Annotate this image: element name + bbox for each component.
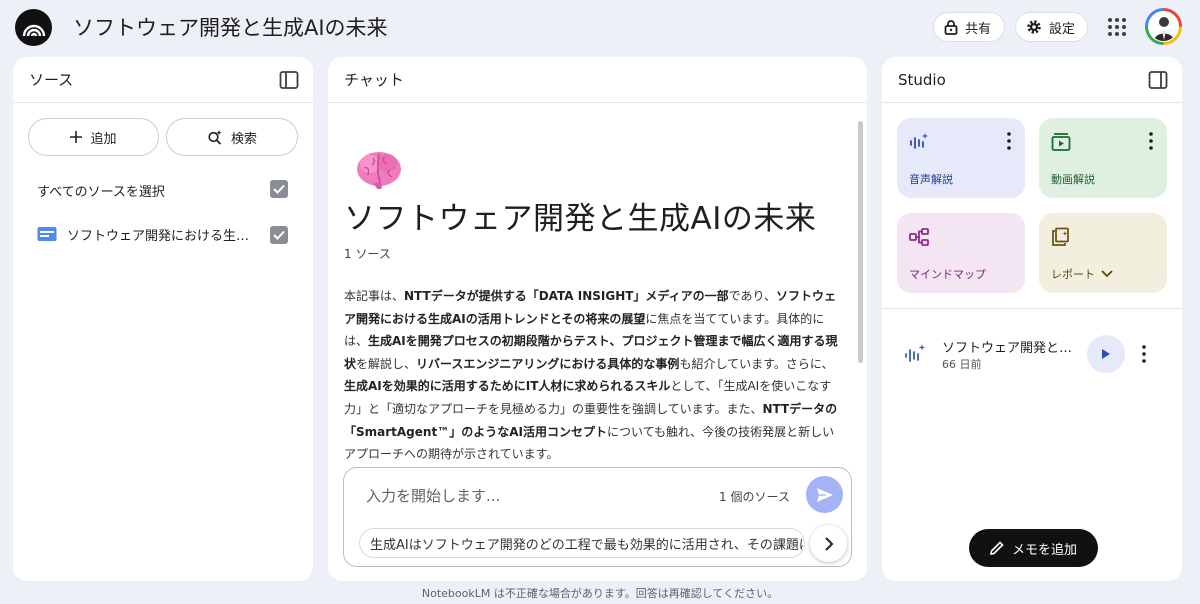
report-tile[interactable]: レポート — [1039, 213, 1167, 293]
suggested-question-chip[interactable]: 生成AIはソフトウェア開発のどの工程で最も効果的に活用され、その課題は — [359, 528, 805, 558]
select-all-sources-label: すべてのソースを選択 — [37, 185, 165, 200]
search-sparkle-icon — [208, 130, 222, 145]
summary-segment: も紹介しています。さらに、 — [679, 356, 834, 371]
add-note-button[interactable]: メモを追加 — [969, 529, 1098, 567]
add-source-label: 追加 — [90, 131, 117, 147]
share-label: 共有 — [965, 21, 992, 37]
audio-wave-icon — [905, 344, 926, 362]
chat-scrollbar[interactable] — [858, 121, 863, 363]
next-suggestion-button[interactable] — [810, 525, 847, 562]
chat-scroll-area[interactable]: ソフトウェア開発と生成AIの未来 1 ソース 本記事は、NTTデータが提供する「… — [328, 104, 867, 470]
send-icon — [816, 487, 833, 502]
studio-panel: Studio 音声解説 動画解説 マインドマップ レポート ソフトウェア開発と…… — [882, 57, 1182, 581]
chat-input-field[interactable]: 入力を開始します... — [366, 485, 500, 506]
summary-segment: であり、 — [728, 289, 777, 303]
mindmap-icon — [909, 228, 929, 246]
gear-icon — [1027, 20, 1041, 34]
summary-segment: を解説し、 — [356, 356, 417, 371]
report-label-text: レポート — [1051, 268, 1095, 281]
summary-segment: NTTデータが提供する「DATA INSIGHT」メディアの一部 — [404, 289, 729, 303]
more-vert-icon[interactable] — [1142, 345, 1146, 363]
summary-segment: リバースエンジニアリングにおける具体的な事例 — [416, 356, 680, 371]
source-item-label: ソフトウェア開発における生成AIの活用トレンド — [67, 228, 252, 244]
chat-input-source-count: 1 個のソース — [719, 490, 790, 504]
chat-panel-title: チャット — [344, 71, 404, 89]
summary-segment: 生成AIを効果的に活用するためにIT人材に求められるスキル — [344, 379, 671, 394]
video-overview-label: 動画解説 — [1051, 173, 1095, 186]
sources-panel: ソース 追加 検索 すべてのソースを選択 ソフトウェア開発における生成AIの — [13, 57, 313, 581]
send-button[interactable] — [806, 476, 843, 513]
audio-wave-icon — [910, 133, 928, 149]
notebook-title-header[interactable]: ソフトウェア開発と生成AIの未来 — [73, 12, 388, 42]
checkbox-checked-icon — [273, 230, 285, 240]
discover-sources-label: 検索 — [230, 131, 257, 147]
summary-segment: 本記事は、 — [344, 289, 405, 303]
add-source-button[interactable]: 追加 — [28, 118, 159, 156]
checkbox-checked-icon — [273, 184, 285, 194]
sources-panel-header: ソース — [13, 57, 313, 103]
panel-toggle-icon[interactable] — [1148, 70, 1168, 90]
notebook-title: ソフトウェア開発と生成AIの未来 — [344, 201, 817, 237]
apps-grid-icon[interactable] — [1106, 16, 1128, 38]
share-button[interactable]: 共有 — [933, 12, 1005, 42]
source-item-checkbox[interactable] — [270, 226, 288, 244]
chat-input-box[interactable]: 入力を開始します... 1 個のソース 生成AIはソフトウェア開発のどの工程で最… — [343, 467, 852, 567]
report-label: レポート — [1051, 266, 1113, 282]
play-icon — [1102, 349, 1110, 359]
settings-button[interactable]: 設定 — [1015, 12, 1088, 42]
notebooklm-logo-icon[interactable] — [15, 9, 52, 46]
document-icon — [37, 227, 57, 241]
source-item[interactable]: ソフトウェア開発における生成AIの活用トレンド — [37, 222, 257, 246]
avatar[interactable] — [1145, 8, 1182, 45]
footer-disclaimer: NotebookLM は不正確な場合があります。回答は再確認してください。 — [421, 587, 779, 600]
play-button[interactable] — [1087, 335, 1125, 373]
video-overview-tile[interactable]: 動画解説 — [1039, 118, 1167, 198]
app-header: ソフトウェア開発と生成AIの未来 共有 設定 — [0, 0, 1200, 54]
more-vert-icon[interactable] — [1149, 132, 1153, 150]
studio-panel-header: Studio — [882, 57, 1182, 103]
panel-toggle-icon[interactable] — [279, 70, 299, 90]
chat-panel-header: チャット — [328, 57, 867, 103]
chevron-down-icon[interactable] — [1101, 270, 1113, 278]
studio-panel-title: Studio — [898, 70, 946, 89]
video-icon — [1051, 133, 1071, 151]
generated-note-title[interactable]: ソフトウェア開発と… — [942, 337, 1072, 356]
notebook-summary: 本記事は、NTTデータが提供する「DATA INSIGHT」メディアの一部であり… — [344, 285, 840, 466]
lock-icon — [944, 20, 958, 35]
discover-sources-button[interactable]: 検索 — [166, 118, 298, 156]
chat-panel: チャット ソフトウェア開発と生成AIの未来 1 ソース 本記事は、NTTデータが… — [328, 57, 867, 581]
settings-label: 設定 — [1049, 21, 1076, 37]
add-note-label: メモを追加 — [1011, 542, 1077, 558]
audio-overview-tile[interactable]: 音声解説 — [897, 118, 1025, 198]
brain-emoji-icon — [357, 152, 401, 190]
notebook-source-count: 1 ソース — [344, 247, 391, 261]
more-vert-icon[interactable] — [1007, 132, 1011, 150]
select-all-checkbox[interactable] — [270, 180, 288, 198]
chevron-right-icon — [824, 536, 833, 551]
mindmap-tile[interactable]: マインドマップ — [897, 213, 1025, 293]
audio-overview-label: 音声解説 — [909, 173, 953, 186]
pencil-icon — [990, 541, 1004, 555]
sources-panel-title: ソース — [29, 71, 74, 89]
plus-icon — [70, 131, 83, 143]
studio-divider — [882, 308, 1182, 309]
mindmap-label: マインドマップ — [909, 268, 986, 281]
report-icon — [1052, 227, 1069, 246]
generated-note-time: 66 日前 — [942, 358, 982, 371]
